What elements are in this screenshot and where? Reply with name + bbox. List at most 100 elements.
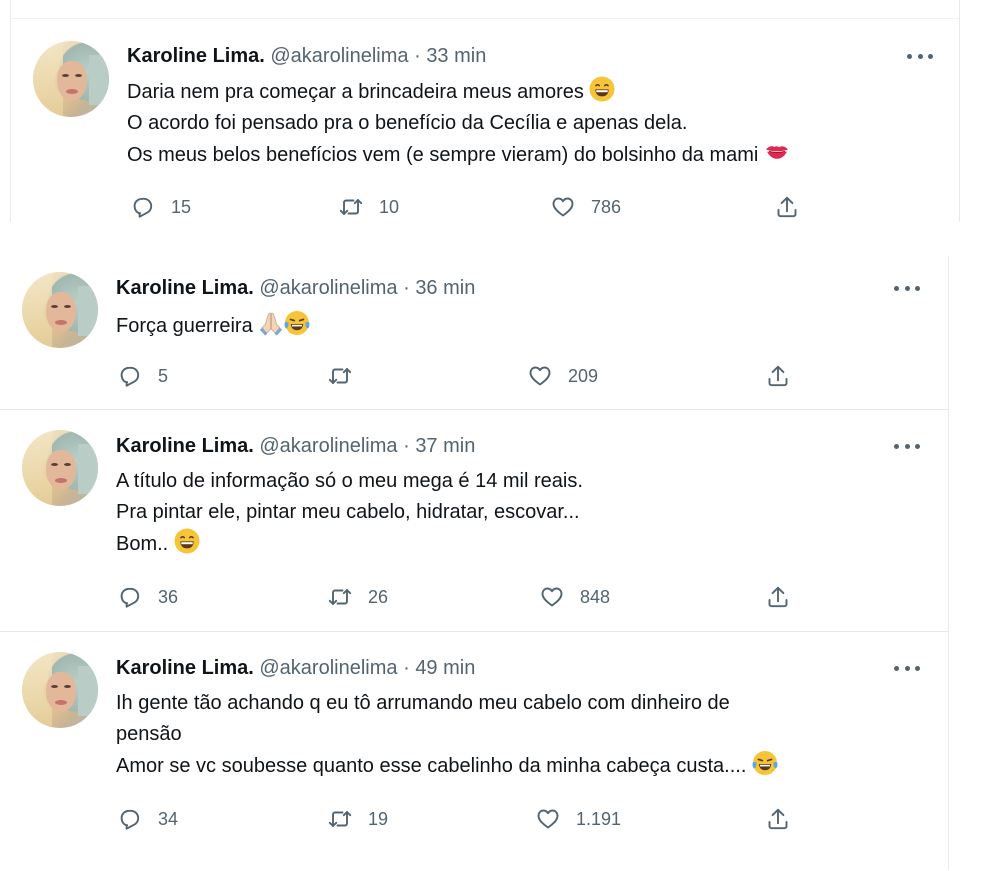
tweet-card[interactable]: Karoline Lima. @akarolinelima · 33 min D… [11,19,959,222]
reply-button[interactable]: 34 [118,804,178,834]
kiss-mark-emoji [764,139,790,165]
tweet-timestamp[interactable]: 49 min [415,657,475,679]
tweet-text: A título de informação só o meu mega é 1… [116,466,583,560]
retweet-count: 10 [379,196,400,217]
tweet-line: Força guerreira [116,315,253,337]
reply-button[interactable]: 36 [118,582,178,612]
tweet-text: Daria nem pra começar a brincadeira meus… [127,76,790,171]
share-button[interactable] [766,361,790,391]
author-name[interactable]: Karoline Lima. [127,45,265,67]
share-icon [766,364,790,388]
like-count: 848 [580,586,611,607]
tweet-line: Daria nem pra começar a brincadeira meus… [127,81,584,103]
author-handle[interactable]: @akarolinelima [259,277,397,299]
author-handle[interactable]: @akarolinelima [259,657,397,679]
avatar[interactable] [22,652,98,728]
grinning-face-emoji [589,76,615,102]
like-button[interactable]: 786 [551,192,621,222]
heart-icon [540,585,564,609]
more-options-icon[interactable] [894,284,920,292]
tweet-text: Força guerreira [116,310,310,342]
tweet-text: Ih gente tão achando q eu tô arrumando m… [116,688,778,782]
reply-icon [118,364,142,388]
heart-icon [528,364,552,388]
share-button[interactable] [775,192,799,222]
reply-icon [131,195,155,219]
tweet-timeline-top: Karoline Lima. @akarolinelima · 33 min D… [10,0,960,222]
heart-icon [536,807,560,831]
like-count: 786 [591,196,622,217]
share-button[interactable] [766,804,790,834]
folded-hands-emoji [258,310,284,336]
more-options-icon[interactable] [894,664,920,672]
tweet-line: Pra pintar ele, pintar meu cabelo, hidra… [116,501,580,523]
retweet-icon [328,585,352,609]
share-icon [766,585,790,609]
separator-dot: · [414,45,421,67]
tweet-line: A título de informação só o meu mega é 1… [116,470,583,492]
tweet-line: Os meus belos benefícios vem (e sempre v… [127,144,759,166]
share-icon [766,807,790,831]
more-options-icon[interactable] [894,442,920,450]
retweet-icon [339,195,363,219]
reply-button[interactable]: 5 [118,361,168,391]
like-button[interactable]: 848 [540,582,610,612]
separator-dot: · [403,435,410,457]
retweet-count: 19 [368,808,389,829]
retweet-button[interactable]: 10 [339,192,399,222]
author-name[interactable]: Karoline Lima. [116,657,254,679]
tweet-timeline-bottom: Karoline Lima. @akarolinelima · 36 min F… [0,256,949,870]
tweet-timestamp[interactable]: 37 min [415,435,475,457]
tweet-line: Ih gente tão achando q eu tô arrumando m… [116,692,730,714]
author-handle[interactable]: @akarolinelima [270,45,408,67]
tweet-card[interactable]: Karoline Lima. @akarolinelima · 36 min F… [0,256,948,409]
share-button[interactable] [766,582,790,612]
tweet-timestamp[interactable]: 36 min [415,277,475,299]
tweet-card[interactable]: Karoline Lima. @akarolinelima · 49 min I… [0,632,948,870]
reply-count: 36 [158,586,179,607]
heart-icon [551,195,575,219]
tweet-actions: 15 10 786 [127,192,827,222]
tweet-header: Karoline Lima. @akarolinelima · 49 min [116,656,475,680]
author-handle[interactable]: @akarolinelima [259,435,397,457]
reply-count: 5 [158,365,169,386]
share-icon [775,195,799,219]
tweet-line: Bom.. [116,533,169,555]
avatar[interactable] [22,430,98,506]
tweet-actions: 36 26 848 [116,582,816,612]
reply-count: 34 [158,808,179,829]
retweet-button[interactable]: 19 [328,804,388,834]
more-options-icon[interactable] [907,52,933,60]
like-button[interactable]: 209 [528,361,598,391]
tweet-header: Karoline Lima. @akarolinelima · 33 min [127,44,486,68]
author-name[interactable]: Karoline Lima. [116,435,254,457]
tweet-header: Karoline Lima. @akarolinelima · 37 min [116,434,475,458]
separator-dot: · [403,657,410,679]
tweet-card[interactable]: Karoline Lima. @akarolinelima · 37 min A… [0,410,948,631]
tweet-actions: 34 19 1.191 [116,804,816,834]
grinning-face-emoji [174,528,200,554]
like-count: 1.191 [576,808,622,829]
avatar[interactable] [33,41,109,117]
retweet-button[interactable] [328,361,368,391]
reply-icon [118,585,142,609]
tears-of-joy-emoji [752,750,778,776]
avatar[interactable] [22,272,98,348]
retweet-button[interactable]: 26 [328,582,388,612]
like-count: 209 [568,365,599,386]
retweet-count: 26 [368,586,389,607]
retweet-icon [328,807,352,831]
author-name[interactable]: Karoline Lima. [116,277,254,299]
reply-button[interactable]: 15 [131,192,191,222]
tweet-header: Karoline Lima. @akarolinelima · 36 min [116,276,475,300]
reply-icon [118,807,142,831]
retweet-icon [328,364,352,388]
tweet-line: pensão [116,723,182,745]
like-button[interactable]: 1.191 [536,804,621,834]
separator-dot: · [403,277,410,299]
tweet-line: O acordo foi pensado pra o benefício da … [127,112,688,134]
tweet-line: Amor se vc soubesse quanto esse cabelinh… [116,755,747,777]
tweet-actions: 5 209 [116,361,816,391]
tweet-timestamp[interactable]: 33 min [426,45,486,67]
tears-of-joy-emoji [284,310,310,336]
